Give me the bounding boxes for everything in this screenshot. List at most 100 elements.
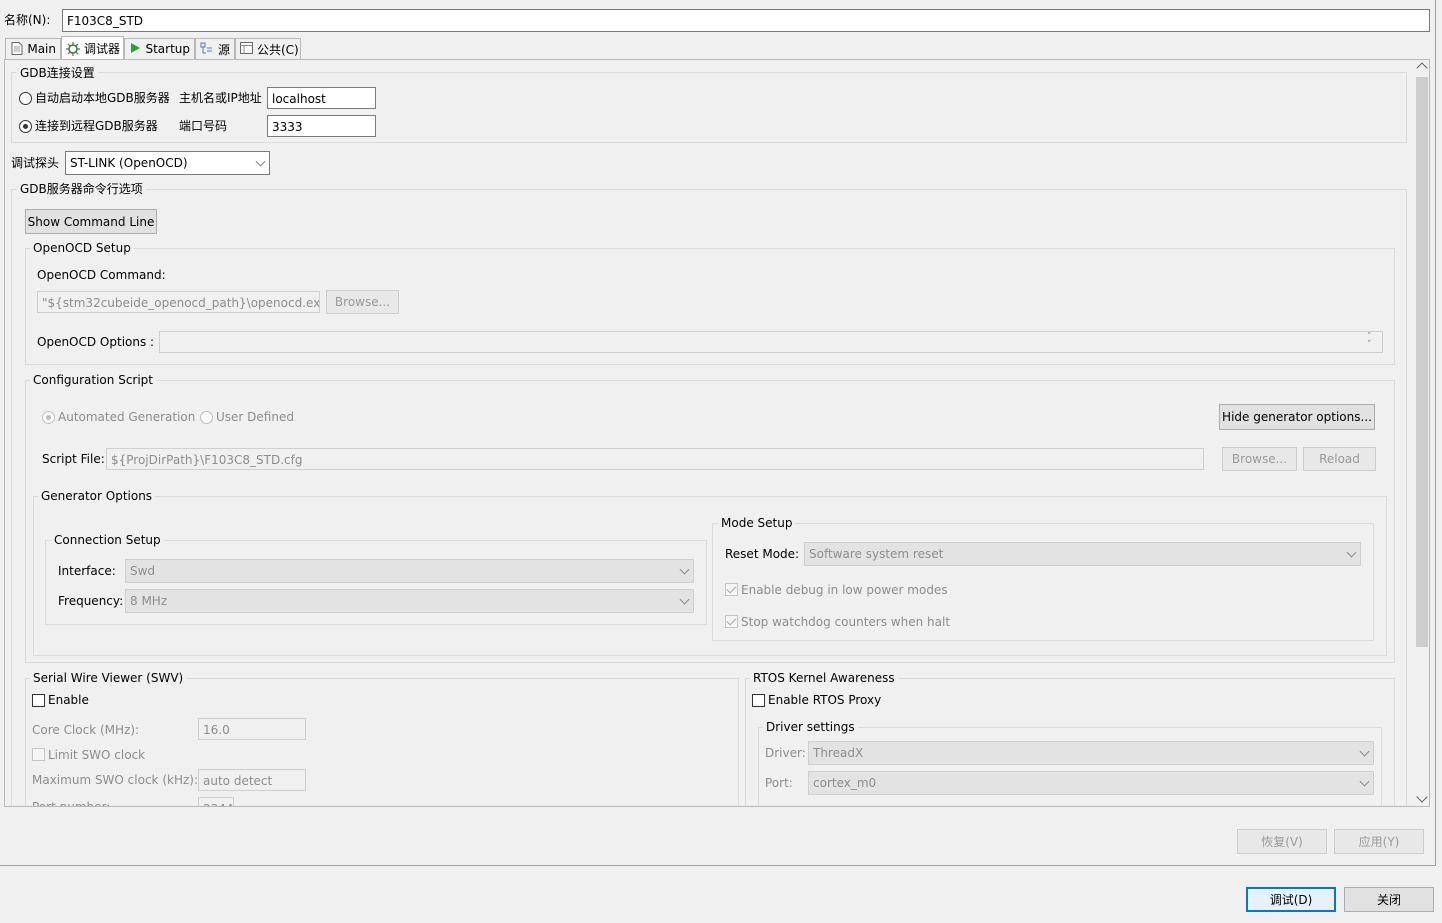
- openocd-options-input[interactable]: [159, 331, 1383, 353]
- debug-button[interactable]: 调试(D): [1246, 887, 1336, 912]
- stop-watchdog-checkbox[interactable]: [725, 615, 738, 628]
- driver-select-value: ThreadX: [813, 746, 864, 760]
- scrollbar-thumb[interactable]: [1416, 77, 1428, 647]
- host-input[interactable]: localhost: [267, 87, 376, 109]
- host-label: 主机名或IP地址: [179, 91, 262, 105]
- chevron-down-icon: [679, 564, 690, 575]
- script-file-input[interactable]: ${ProjDirPath}\F103C8_STD.cfg: [106, 448, 1204, 470]
- rtos-title: RTOS Kernel Awareness: [750, 670, 898, 686]
- document-icon: [10, 42, 23, 56]
- script-browse-button[interactable]: Browse...: [1222, 447, 1297, 471]
- tab-startup[interactable]: Startup: [124, 38, 195, 59]
- rtos-port-label: Port:: [765, 776, 793, 790]
- probe-select[interactable]: ST-LINK (OpenOCD): [65, 151, 270, 175]
- driver-select[interactable]: ThreadX: [808, 741, 1374, 765]
- chevron-down-icon: [1359, 746, 1370, 757]
- reset-mode-select[interactable]: Software system reset: [804, 542, 1361, 566]
- auto-start-radio[interactable]: [19, 92, 32, 105]
- port-number-input[interactable]: 2344: [198, 797, 234, 806]
- reset-mode-select-value: Software system reset: [809, 547, 944, 561]
- driver-settings-group: [758, 727, 1382, 806]
- gdb-server-options-title: GDB服务器命令行选项: [17, 181, 146, 197]
- show-command-line-button[interactable]: Show Command Line: [25, 209, 157, 234]
- openocd-setup-title: OpenOCD Setup: [30, 240, 134, 256]
- connection-setup-title: Connection Setup: [51, 532, 164, 548]
- chevron-down-icon: [1346, 547, 1357, 558]
- interface-select-value: Swd: [130, 564, 156, 578]
- probe-label: 调试探头: [11, 156, 60, 170]
- chevron-down-icon: [255, 156, 266, 167]
- max-swo-label: Maximum SWO clock (kHz):: [32, 773, 198, 787]
- vertical-scrollbar[interactable]: [1414, 60, 1429, 806]
- connect-remote-radio[interactable]: [19, 120, 32, 133]
- stop-watchdog-label: Stop watchdog counters when halt: [741, 615, 951, 629]
- play-icon: [129, 42, 141, 56]
- frequency-select[interactable]: 8 MHz: [125, 589, 694, 613]
- enable-debug-low-power-label: Enable debug in low power modes: [741, 583, 948, 597]
- tab-common[interactable]: 公共(C): [235, 38, 301, 59]
- frequency-label: Frequency:: [58, 594, 124, 608]
- interface-label: Interface:: [58, 564, 116, 578]
- footer-divider: [0, 865, 1436, 866]
- enable-debug-low-power-checkbox[interactable]: [725, 583, 738, 596]
- rtos-proxy-checkbox[interactable]: [752, 694, 765, 707]
- swv-enable-checkbox[interactable]: [32, 694, 45, 707]
- config-script-title: Configuration Script: [30, 372, 156, 388]
- tab-main-label: Main: [27, 42, 56, 56]
- generator-options-title: Generator Options: [38, 488, 156, 504]
- limit-swo-label: Limit SWO clock: [48, 748, 146, 762]
- user-defined-label: User Defined: [216, 410, 294, 424]
- gdb-connection-title: GDB连接设置: [17, 65, 98, 81]
- source-icon: [200, 42, 214, 56]
- interface-select[interactable]: Swd: [125, 559, 694, 583]
- core-clock-input[interactable]: 16.0: [198, 718, 306, 740]
- rtos-port-select-value: cortex_m0: [813, 776, 877, 790]
- limit-swo-checkbox[interactable]: [32, 748, 45, 761]
- hide-generator-options-button[interactable]: Hide generator options...: [1219, 404, 1375, 430]
- driver-label: Driver:: [765, 746, 806, 760]
- name-input[interactable]: F103C8_STD: [62, 9, 1430, 32]
- common-table-icon: [240, 42, 253, 56]
- automated-generation-radio[interactable]: [42, 411, 55, 424]
- max-swo-input[interactable]: auto detect: [198, 769, 306, 791]
- chevron-down-icon: [679, 594, 690, 605]
- port-number-label: Port number:: [32, 800, 111, 807]
- core-clock-label: Core Clock (MHz):: [32, 723, 140, 737]
- mode-setup-title: Mode Setup: [718, 515, 796, 531]
- openocd-command-input[interactable]: "${stm32cubeide_openocd_path}\openocd.ex…: [37, 291, 320, 313]
- swv-enable-label: Enable: [48, 693, 89, 707]
- script-reload-button[interactable]: Reload: [1303, 447, 1376, 471]
- scroll-up-icon[interactable]: [1416, 62, 1428, 74]
- tab-source-label: 源: [217, 42, 230, 57]
- tab-common-label: 公共(C): [257, 42, 299, 57]
- rtos-port-select[interactable]: cortex_m0: [808, 771, 1374, 795]
- debugger-tab-panel: GDB连接设置 自动启动本地GDB服务器 主机名或IP地址 localhost …: [4, 59, 1430, 807]
- openocd-options-label: OpenOCD Options :: [37, 335, 155, 349]
- tab-source[interactable]: 源: [195, 38, 235, 59]
- automated-generation-label: Automated Generation: [58, 410, 196, 424]
- revert-button[interactable]: 恢复(V): [1237, 829, 1327, 854]
- bug-gear-icon: [66, 41, 80, 56]
- scroll-down-icon[interactable]: [1416, 791, 1428, 803]
- openocd-command-label: OpenOCD Command:: [37, 268, 166, 282]
- auto-start-label: 自动启动本地GDB服务器: [35, 91, 170, 105]
- connect-remote-label: 连接到远程GDB服务器: [35, 119, 158, 133]
- tab-debugger[interactable]: 调试器: [61, 36, 124, 60]
- frequency-select-value: 8 MHz: [130, 594, 168, 608]
- tab-main[interactable]: Main: [5, 38, 61, 59]
- reset-mode-label: Reset Mode:: [725, 547, 800, 561]
- right-divider: [1435, 0, 1436, 866]
- name-label: 名称(N):: [4, 13, 51, 27]
- probe-select-value: ST-LINK (OpenOCD): [70, 156, 188, 170]
- user-defined-radio[interactable]: [200, 411, 213, 424]
- close-button[interactable]: 关闭: [1344, 887, 1434, 912]
- port-input[interactable]: 3333: [267, 115, 376, 137]
- tab-debugger-label: 调试器: [84, 42, 121, 56]
- rtos-proxy-label: Enable RTOS Proxy: [768, 693, 882, 707]
- driver-settings-title: Driver settings: [763, 719, 858, 735]
- apply-button[interactable]: 应用(Y): [1334, 829, 1424, 854]
- swv-title: Serial Wire Viewer (SWV): [30, 670, 187, 686]
- openocd-browse-button[interactable]: Browse...: [326, 290, 399, 314]
- port-label: 端口号码: [179, 119, 228, 133]
- chevron-down-icon: [1359, 776, 1370, 787]
